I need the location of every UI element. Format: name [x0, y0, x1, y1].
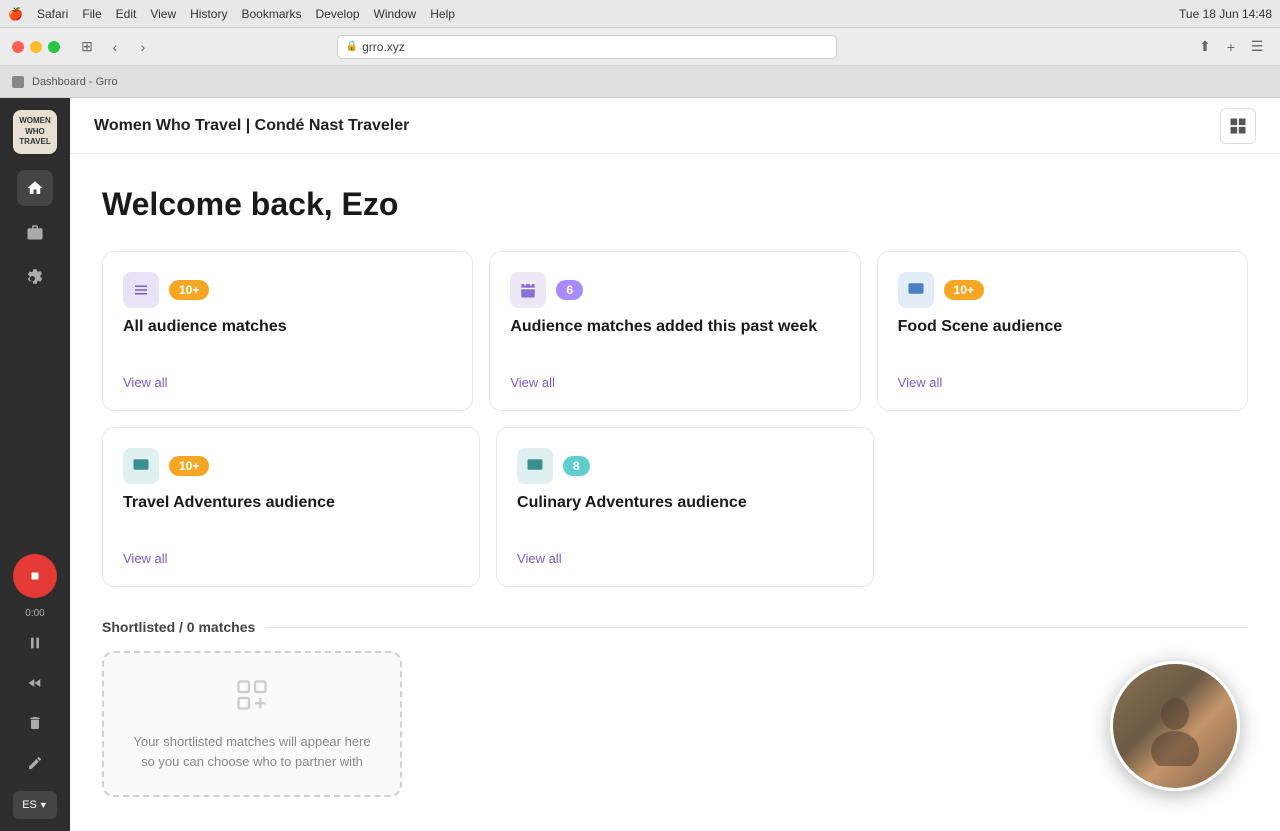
shortlisted-title: Shortlisted / 0 matches — [102, 619, 255, 635]
record-time: 0:00 — [25, 608, 44, 619]
dashboard: Welcome back, Ezo 10+ All audience match… — [70, 154, 1280, 829]
card-food-scene-title: Food Scene audience — [898, 318, 1227, 337]
shortlisted-section: Shortlisted / 0 matches Your shortlist — [102, 619, 1248, 797]
sidebar-item-briefcase[interactable] — [17, 214, 53, 250]
browser-chrome: ⊞ ‹ › 🔒 grro.xyz ⬆ + ☰ — [0, 28, 1280, 66]
app-header: Women Who Travel | Condé Nast Traveler — [70, 98, 1280, 154]
card-travel-adventures: 10+ Travel Adventures audience View all — [102, 427, 480, 587]
card-travel-adventures-title: Travel Adventures audience — [123, 494, 459, 513]
cards-grid-row1: 10+ All audience matches View all 6 Audi… — [102, 251, 1248, 411]
card-weekly-matches-badge: 6 — [556, 280, 583, 300]
mac-clock: Tue 18 Jun 14:48 — [1179, 7, 1272, 21]
sidebar-logo: WOMEN WHO TRAVEL — [13, 110, 57, 154]
tab-bar: Dashboard - Grro — [0, 66, 1280, 98]
pause-button[interactable] — [19, 627, 51, 659]
card-travel-adventures-viewall[interactable]: View all — [123, 551, 459, 566]
language-button[interactable]: ES ▼ — [13, 791, 57, 819]
edit-button[interactable] — [19, 747, 51, 779]
card-weekly-matches-viewall[interactable]: View all — [510, 375, 839, 390]
traffic-lights — [12, 41, 60, 53]
card-travel-adventures-badge: 10+ — [169, 456, 209, 476]
shortlisted-empty-text: Your shortlisted matches will appear her… — [128, 732, 376, 771]
add-tab-button[interactable]: + — [1220, 36, 1242, 58]
forward-button[interactable]: › — [132, 36, 154, 58]
menu-safari[interactable]: Safari — [37, 7, 68, 21]
main-content: Women Who Travel | Condé Nast Traveler W… — [70, 98, 1280, 831]
sidebar: WOMEN WHO TRAVEL 0:00 ES ▼ — [0, 98, 70, 831]
share-button[interactable]: ⬆ — [1194, 36, 1216, 58]
back-button[interactable]: ‹ — [104, 36, 126, 58]
menu-view[interactable]: View — [150, 7, 176, 21]
card-all-matches-viewall[interactable]: View all — [123, 375, 452, 390]
card-weekly-matches-title: Audience matches added this past week — [510, 318, 839, 337]
card-travel-adventures-icon — [123, 448, 159, 484]
card-all-matches-icon — [123, 272, 159, 308]
minimize-button[interactable] — [30, 41, 42, 53]
card-all-matches: 10+ All audience matches View all — [102, 251, 473, 411]
shortlisted-empty-card: Your shortlisted matches will appear her… — [102, 651, 402, 797]
video-chat-bubble[interactable] — [1110, 661, 1240, 791]
menu-history[interactable]: History — [190, 7, 227, 21]
card-food-scene-icon — [898, 272, 934, 308]
card-weekly-matches-icon — [510, 272, 546, 308]
sidebar-item-home[interactable] — [17, 170, 53, 206]
sidebar-item-settings[interactable] — [17, 258, 53, 294]
sidebar-toggle-button[interactable]: ⊞ — [76, 36, 98, 58]
menu-edit[interactable]: Edit — [116, 7, 137, 21]
card-weekly-matches-header: 6 — [510, 272, 839, 308]
url-text: grro.xyz — [362, 40, 405, 54]
lock-icon: 🔒 — [346, 41, 358, 52]
language-label: ES — [22, 799, 37, 811]
apple-menu[interactable]: 🍎 — [8, 7, 23, 21]
app-wrapper: WOMEN WHO TRAVEL 0:00 ES ▼ — [0, 98, 1280, 831]
card-all-matches-title: All audience matches — [123, 318, 452, 337]
card-food-scene-badge: 10+ — [944, 280, 984, 300]
card-weekly-matches: 6 Audience matches added this past week … — [489, 251, 860, 411]
menu-window[interactable]: Window — [374, 7, 417, 21]
card-culinary-adventures-viewall[interactable]: View all — [517, 551, 853, 566]
card-travel-adventures-header: 10+ — [123, 448, 459, 484]
delete-button[interactable] — [19, 707, 51, 739]
grid-toggle-button[interactable] — [1220, 108, 1256, 144]
card-all-matches-header: 10+ — [123, 272, 452, 308]
card-food-scene: 10+ Food Scene audience View all — [877, 251, 1248, 411]
url-bar[interactable]: 🔒 grro.xyz — [337, 35, 837, 59]
card-culinary-adventures: 8 Culinary Adventures audience View all — [496, 427, 874, 587]
shortlisted-divider — [267, 627, 1248, 628]
card-culinary-adventures-header: 8 — [517, 448, 853, 484]
card-culinary-adventures-title: Culinary Adventures audience — [517, 494, 853, 513]
sidebar-button[interactable]: ☰ — [1246, 36, 1268, 58]
card-culinary-adventures-badge: 8 — [563, 456, 590, 476]
maximize-button[interactable] — [48, 41, 60, 53]
cards-grid-row2: 10+ Travel Adventures audience View all … — [102, 427, 874, 587]
card-food-scene-header: 10+ — [898, 272, 1227, 308]
chevron-down-icon: ▼ — [39, 800, 48, 810]
browser-actions: ⬆ + ☰ — [1194, 36, 1268, 58]
menu-bookmarks[interactable]: Bookmarks — [241, 7, 301, 21]
browser-nav: ⊞ ‹ › — [76, 36, 154, 58]
menu-file[interactable]: File — [82, 7, 101, 21]
record-button[interactable] — [13, 554, 57, 598]
card-all-matches-badge: 10+ — [169, 280, 209, 300]
tab-favicon — [12, 76, 24, 88]
card-food-scene-viewall[interactable]: View all — [898, 375, 1227, 390]
close-button[interactable] — [12, 41, 24, 53]
card-culinary-adventures-icon — [517, 448, 553, 484]
tab-label[interactable]: Dashboard - Grro — [32, 76, 118, 88]
rewind-button[interactable] — [19, 667, 51, 699]
video-chat-inner — [1113, 664, 1237, 788]
shortlisted-header: Shortlisted / 0 matches — [102, 619, 1248, 635]
mac-menubar: 🍎 Safari File Edit View History Bookmark… — [0, 0, 1280, 28]
welcome-heading: Welcome back, Ezo — [102, 186, 1248, 223]
page-title: Women Who Travel | Condé Nast Traveler — [94, 117, 409, 135]
menu-develop[interactable]: Develop — [316, 7, 360, 21]
add-grid-icon — [234, 677, 270, 720]
menu-help[interactable]: Help — [430, 7, 455, 21]
